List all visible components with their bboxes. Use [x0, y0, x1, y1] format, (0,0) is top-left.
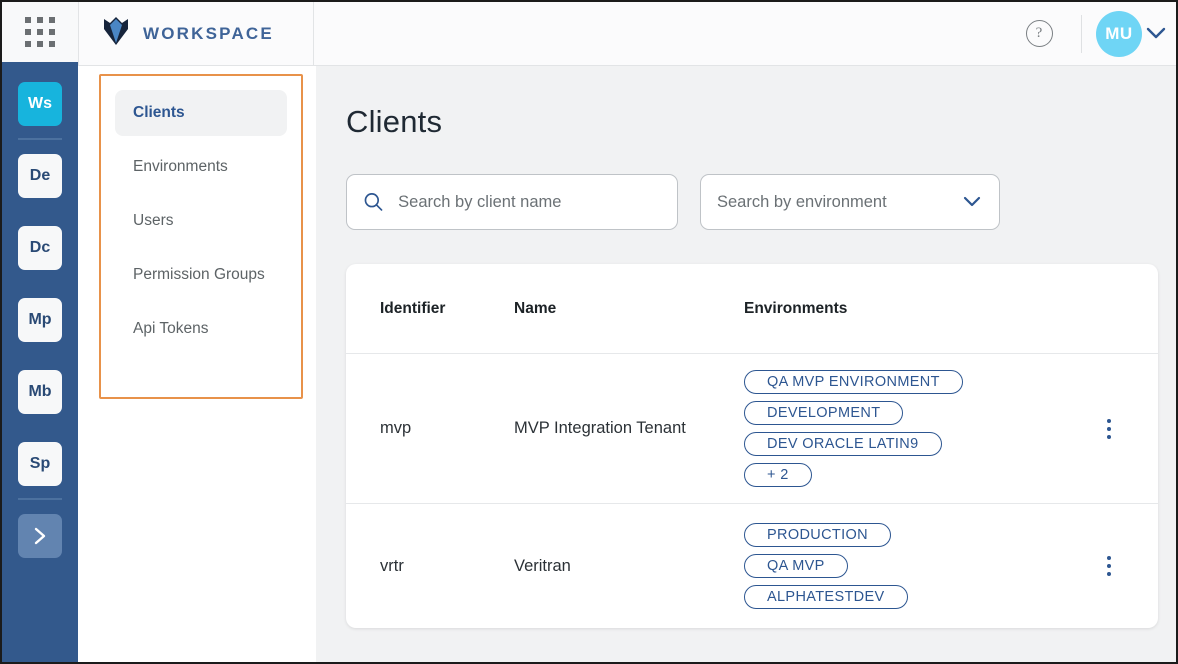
environment-tag[interactable]: PRODUCTION: [744, 523, 891, 547]
chevron-down-icon: [963, 196, 981, 208]
cell-environments: QA MVP ENVIRONMENT DEVELOPMENT DEV ORACL…: [744, 370, 1094, 487]
page-title: Clients: [346, 104, 1154, 140]
environment-select[interactable]: Search by environment: [700, 174, 1000, 230]
sidebar-item-clients[interactable]: Clients: [115, 90, 287, 136]
column-header-identifier: Identifier: [380, 300, 514, 318]
help-button[interactable]: ?: [1011, 2, 1067, 66]
rail-divider-top: [18, 138, 62, 140]
sidebar-item-users[interactable]: Users: [115, 198, 287, 244]
brand-title: WORKSPACE: [143, 24, 274, 44]
brand-home-link[interactable]: WORKSPACE: [78, 2, 314, 66]
chevron-right-icon: [32, 526, 48, 546]
table-row[interactable]: vrtr Veritran PRODUCTION QA MVP ALPHATES…: [346, 504, 1158, 628]
environment-tag[interactable]: QA MVP ENVIRONMENT: [744, 370, 963, 394]
section-nav-panel: Clients Environments Users Permission Gr…: [78, 66, 316, 664]
kebab-menu-icon[interactable]: [1094, 412, 1124, 446]
nav-highlight-outline: Clients Environments Users Permission Gr…: [99, 74, 303, 399]
cell-name: Veritran: [514, 557, 744, 576]
environment-tag-list: PRODUCTION QA MVP ALPHATESTDEV: [744, 523, 1094, 609]
environment-tag[interactable]: DEVELOPMENT: [744, 401, 903, 425]
rail-divider-bottom: [18, 498, 62, 500]
grid-apps-icon: [25, 17, 55, 47]
topbar-divider: [1081, 15, 1082, 53]
workspace-shield-logo: [103, 16, 129, 51]
rail-item-mp[interactable]: Mp: [18, 298, 62, 342]
chevron-down-icon: [1146, 27, 1166, 40]
search-icon: [363, 190, 384, 214]
rail-item-sp[interactable]: Sp: [18, 442, 62, 486]
top-navigation-bar: WORKSPACE ? MU: [2, 2, 1176, 66]
sidebar-item-environments[interactable]: Environments: [115, 144, 287, 190]
table-row[interactable]: mvp MVP Integration Tenant QA MVP ENVIRO…: [346, 354, 1158, 504]
help-circle-icon: ?: [1026, 20, 1053, 47]
search-client-name-box[interactable]: [346, 174, 678, 230]
column-header-environments: Environments: [744, 300, 1078, 318]
topbar-spacer: [314, 2, 1011, 66]
environment-tag-list: QA MVP ENVIRONMENT DEVELOPMENT DEV ORACL…: [744, 370, 1094, 487]
avatar[interactable]: MU: [1096, 11, 1142, 57]
clients-table: Identifier Name Environments mvp MVP Int…: [346, 264, 1158, 628]
rail-expand-button[interactable]: [18, 514, 62, 558]
environment-select-label: Search by environment: [717, 193, 887, 212]
kebab-menu-icon[interactable]: [1094, 549, 1124, 583]
table-header-row: Identifier Name Environments: [346, 264, 1158, 354]
rail-item-de[interactable]: De: [18, 154, 62, 198]
environment-tag[interactable]: QA MVP: [744, 554, 848, 578]
search-input[interactable]: [398, 193, 661, 212]
environment-tag-more[interactable]: + 2: [744, 463, 812, 487]
topbar-actions: ? MU: [1011, 2, 1176, 66]
main-content: Clients Search by environment Identifier…: [316, 66, 1176, 664]
account-menu-button[interactable]: [1142, 2, 1176, 66]
cell-name: MVP Integration Tenant: [514, 419, 744, 438]
rail-item-dc[interactable]: Dc: [18, 226, 62, 270]
environment-tag[interactable]: ALPHATESTDEV: [744, 585, 908, 609]
app-rail-sidebar: Ws De Dc Mp Mb Sp: [2, 66, 78, 664]
app-switcher-button[interactable]: [2, 2, 78, 66]
sidebar-item-permission-groups[interactable]: Permission Groups: [115, 252, 287, 298]
sidebar-item-api-tokens[interactable]: Api Tokens: [115, 306, 287, 352]
cell-identifier: mvp: [380, 419, 514, 438]
rail-item-ws[interactable]: Ws: [18, 82, 62, 126]
application-window: WORKSPACE ? MU Ws De Dc Mp Mb Sp: [0, 0, 1178, 664]
filters-bar: Search by environment: [346, 174, 1154, 230]
environment-tag[interactable]: DEV ORACLE LATIN9: [744, 432, 942, 456]
cell-identifier: vrtr: [380, 557, 514, 576]
rail-item-mb[interactable]: Mb: [18, 370, 62, 414]
cell-environments: PRODUCTION QA MVP ALPHATESTDEV: [744, 523, 1094, 609]
column-header-name: Name: [514, 300, 744, 318]
